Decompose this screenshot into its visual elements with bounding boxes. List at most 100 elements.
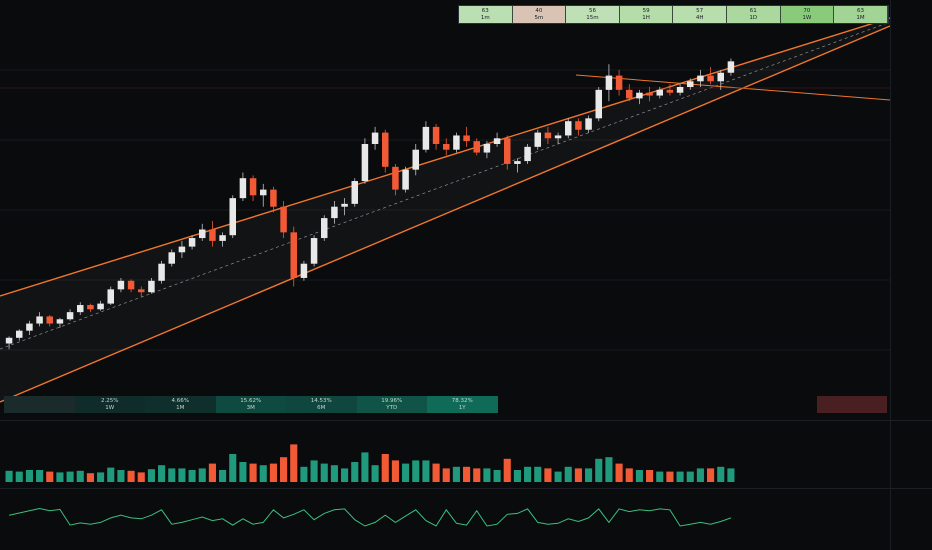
volume-bar: [493, 470, 501, 482]
candle-body: [97, 303, 104, 310]
candle-body: [219, 235, 226, 241]
volume-bar: [137, 472, 145, 482]
candle-body: [46, 316, 54, 324]
candle-body: [483, 144, 491, 153]
performance-cell: [4, 396, 75, 413]
candle-body: [209, 229, 216, 241]
candle-body: [259, 189, 267, 196]
volume-bar: [676, 471, 684, 482]
timeframe-cell: 57 4H: [673, 6, 727, 23]
candle-body: [707, 75, 714, 82]
volume-bar: [300, 466, 308, 482]
performance-label: 1W: [105, 404, 115, 411]
volume-bar: [66, 471, 74, 482]
oscillator-pane-separator[interactable]: [0, 488, 932, 489]
candle-body: [5, 337, 13, 344]
candle-body: [666, 89, 674, 93]
performance-cell: 2.25% 1W: [74, 396, 145, 413]
volume-bar: [208, 463, 216, 482]
candle-body: [15, 330, 23, 338]
performance-label: 1M: [176, 404, 185, 411]
candle-body: [280, 206, 287, 233]
volume-bar: [127, 470, 135, 482]
volume-bar: [36, 470, 44, 482]
candle-body: [432, 126, 440, 144]
volume-bar: [646, 470, 654, 482]
candle-body: [310, 238, 318, 264]
volume-bar: [219, 470, 227, 482]
candle-body: [554, 135, 562, 139]
candle-body: [381, 132, 389, 167]
candle-body: [463, 135, 470, 142]
volume-bar: [381, 454, 389, 482]
timeframe-label: 1D: [749, 14, 758, 21]
volume-bar: [107, 467, 115, 482]
candle-body: [646, 92, 653, 96]
volume-bar: [513, 470, 521, 482]
candle-body: [137, 289, 145, 293]
volume-bar: [97, 472, 105, 482]
volume-bar: [707, 468, 715, 482]
timeframe-cell: 63 1m: [459, 6, 513, 23]
volume-bar: [351, 462, 359, 482]
volume-bar: [178, 468, 186, 482]
candle-body: [493, 138, 501, 144]
candle-body: [676, 87, 684, 93]
candle-body: [625, 89, 633, 99]
timeframe-cell: 56 15m: [566, 6, 620, 23]
candle-body: [636, 92, 643, 99]
volume-bar: [605, 457, 613, 482]
volume-bar: [402, 463, 410, 482]
volume-bar: [269, 463, 277, 482]
candle-body: [158, 263, 165, 281]
candle-body: [656, 89, 664, 96]
candle-body: [198, 229, 206, 239]
volume-bar: [432, 463, 440, 482]
candle-body: [595, 89, 603, 119]
candle-body: [564, 121, 572, 136]
volume-bar: [442, 468, 450, 482]
candle-body: [341, 203, 348, 207]
candle-body: [270, 189, 277, 207]
candle-body: [442, 144, 450, 150]
volume-bar: [473, 468, 481, 482]
price-axis[interactable]: [890, 0, 932, 550]
candle-body: [26, 323, 33, 331]
volume-pane-separator[interactable]: [0, 420, 932, 421]
timeframe-cell: 40 5m: [512, 6, 567, 23]
candle-body: [117, 280, 125, 290]
performance-cell: 78.32% 1Y: [427, 396, 498, 413]
performance-label: YTD: [386, 404, 398, 411]
volume-bar: [696, 468, 704, 482]
volume-bar: [117, 470, 125, 482]
volume-bar: [503, 458, 511, 482]
volume-bar: [554, 471, 562, 482]
timeframe-label: 15m: [586, 14, 599, 21]
candle-body: [524, 146, 531, 162]
candle-body: [107, 289, 115, 304]
volume-bar: [727, 468, 735, 482]
candle-body: [239, 178, 247, 199]
volume-bar: [168, 468, 176, 482]
candle-body: [727, 61, 735, 73]
candle-body: [402, 169, 409, 190]
timeframe-strength-table: 63 1m 40 5m 56 15m 59 1H 57 4H 61 1D 70 1W 63 1M: [458, 5, 889, 24]
channel-lower-line: [0, 25, 891, 403]
price-chart[interactable]: [0, 0, 932, 550]
candle-body: [76, 305, 84, 313]
candle-body: [290, 232, 298, 278]
volume-bar: [615, 463, 623, 482]
candle-body: [168, 252, 176, 264]
volume-bar: [595, 458, 603, 482]
timeframe-label: 1M: [856, 14, 865, 21]
volume-bar: [422, 460, 430, 482]
candle-body: [127, 280, 135, 290]
timeframe-cell: 70 1W: [780, 6, 835, 23]
candle-body: [351, 181, 359, 204]
volume-bar: [564, 466, 572, 482]
volume-bar: [259, 465, 267, 482]
candle-body: [575, 121, 582, 130]
volume-bar: [310, 460, 318, 482]
candle-body: [361, 144, 369, 182]
volume-bar: [574, 468, 582, 482]
